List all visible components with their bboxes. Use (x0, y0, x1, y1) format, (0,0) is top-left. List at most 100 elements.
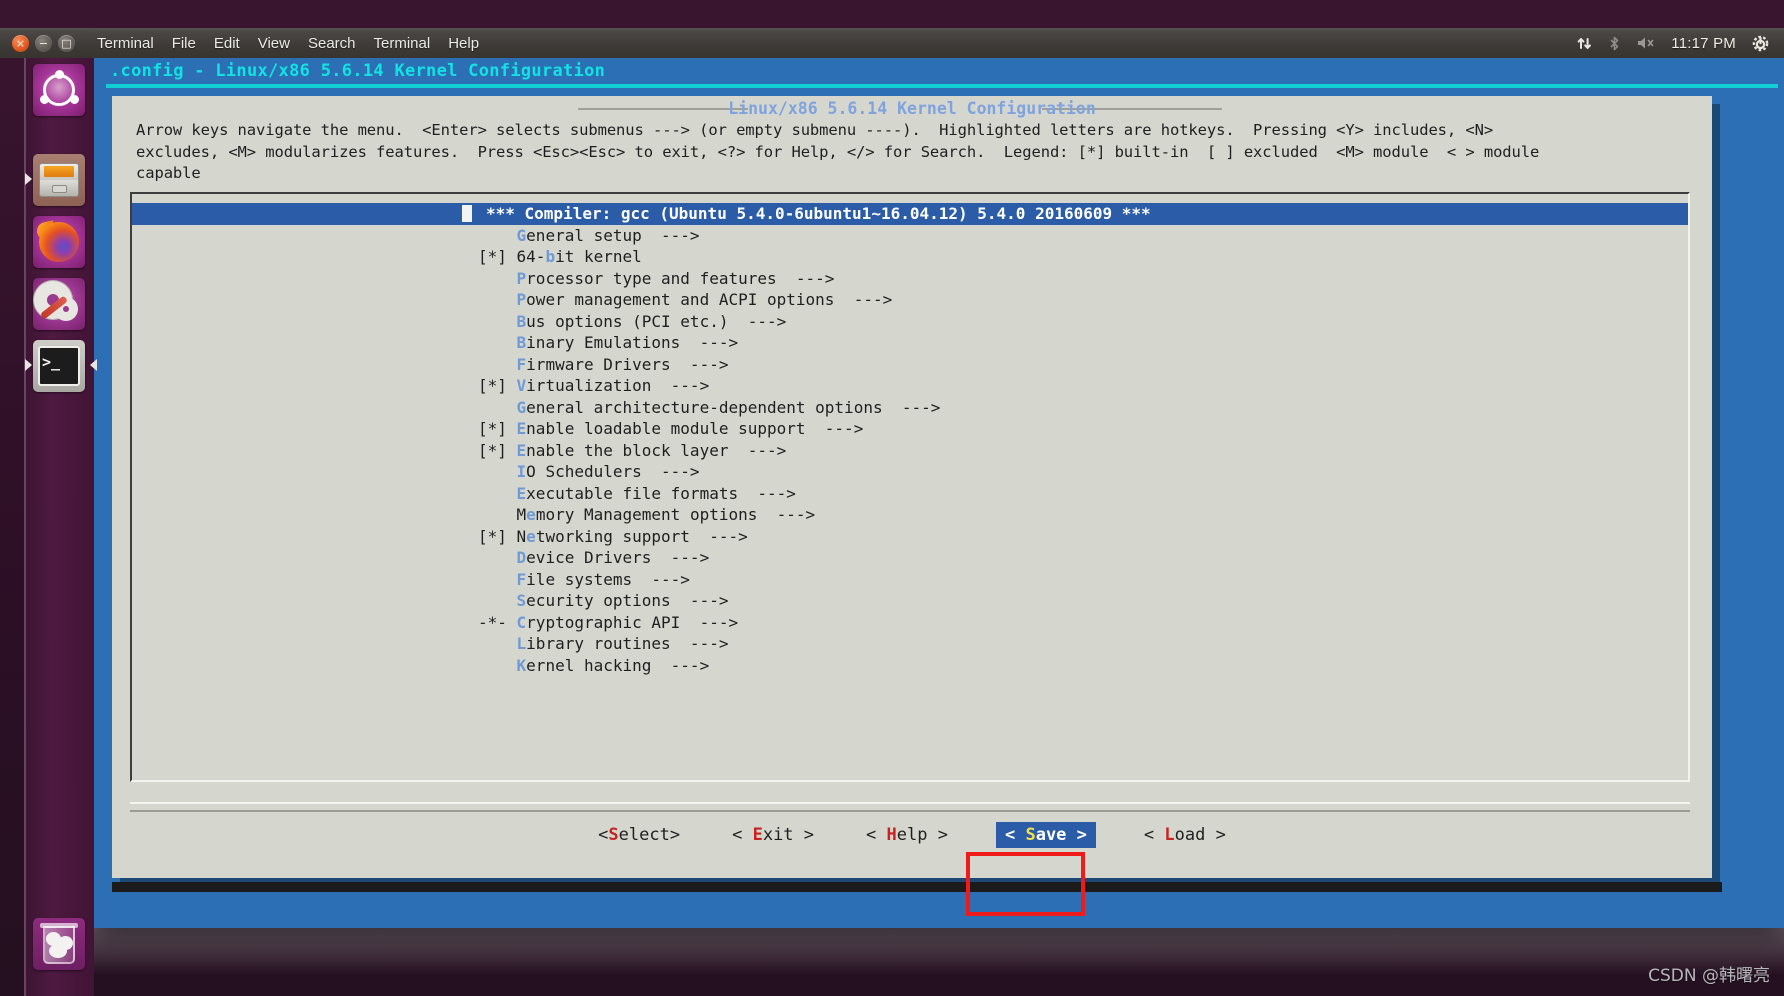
maximize-window-button[interactable]: □ (58, 34, 75, 52)
exit-button[interactable]: < Exit > (728, 823, 818, 847)
menu-item[interactable]: Firmware Drivers ---> (132, 354, 1688, 376)
menu-item[interactable]: Kernel hacking ---> (132, 655, 1688, 677)
menu-item-label: evice Drivers ---> (526, 548, 710, 567)
launcher-item-firefox[interactable] (33, 216, 85, 268)
menu-item-label: mory Management options ---> (535, 505, 816, 524)
select-button[interactable]: <Select> (594, 823, 684, 847)
network-icon[interactable] (1576, 35, 1593, 52)
menu-item[interactable]: File systems ---> (132, 569, 1688, 591)
menubar-item-file-1[interactable]: File (172, 35, 196, 52)
load-button[interactable]: < Load > (1140, 823, 1230, 847)
menu-item-label: ile systems ---> (526, 569, 690, 589)
terminal-bottom-edge (94, 918, 1784, 928)
menu-item[interactable]: *** Compiler: gcc (Ubuntu 5.4.0-6ubuntu1… (132, 203, 1688, 225)
menu-item-label: O Schedulers ---> (526, 462, 700, 481)
bluetooth-icon[interactable] (1608, 35, 1621, 52)
close-window-button[interactable]: × (12, 34, 29, 52)
launcher-item-trash[interactable] (33, 918, 85, 970)
menubar-item-search-4[interactable]: Search (308, 35, 356, 52)
menu-item[interactable]: Executable file formats ---> (132, 483, 1688, 505)
menubar-item-terminal-0[interactable]: Terminal (97, 35, 154, 52)
menu-item[interactable]: Power management and ACPI options ---> (132, 289, 1688, 311)
button-bracket-close: > (927, 825, 948, 845)
menu-item[interactable]: Processor type and features ---> (132, 268, 1688, 290)
launcher-running-indicator (25, 173, 32, 185)
watermark: CSDN @韩曙亮 (1648, 966, 1770, 986)
button-bracket-open: < (598, 825, 609, 845)
launcher-item-system-settings[interactable] (33, 278, 85, 330)
application-menubar: Terminal File Edit View Search Terminal Help (97, 35, 479, 52)
menu-item[interactable]: Memory Management options ---> (132, 504, 1688, 526)
menu-item-flag: -*- (478, 612, 517, 632)
minimize-window-button[interactable]: − (35, 34, 52, 52)
menu-item-label: it kernel (555, 247, 642, 266)
menu-item-flag: [*] (478, 440, 517, 460)
menu-item-flag (478, 570, 517, 589)
menu-item-flag (478, 226, 517, 245)
menu-item-flag (478, 462, 517, 481)
menu-item[interactable]: [*] Enable loadable module support ---> (132, 418, 1688, 440)
menubar-item-edit-2[interactable]: Edit (214, 35, 240, 52)
menu-item-flag: [*] (478, 419, 517, 438)
menu-item-label: ower management and ACPI options ---> (526, 290, 893, 309)
menubar-item-help-6[interactable]: Help (448, 35, 479, 52)
menu-item[interactable]: General architecture-dependent options -… (132, 397, 1688, 419)
menu-item-label: ibrary routines ---> (526, 634, 729, 653)
button-label: ave (1035, 825, 1067, 845)
session-power-gear-icon[interactable] (1751, 34, 1770, 53)
menu-item-label: inary Emulations ---> (526, 333, 739, 352)
menu-item-flag (478, 269, 517, 288)
title-underline (106, 84, 1778, 88)
menu-item-label: tworking support ---> (535, 526, 748, 546)
folder-icon (44, 166, 74, 177)
menu-item-prefix: N (516, 526, 527, 546)
button-bracket-close: > (793, 825, 815, 845)
menu-item[interactable]: -*- Cryptographic API ---> (132, 612, 1688, 634)
launcher-item-files[interactable] (33, 154, 85, 206)
menu-item-hotkey: G (516, 397, 527, 417)
menu-item-prefix: 64- (516, 247, 546, 266)
menu-item[interactable]: Binary Emulations ---> (132, 332, 1688, 354)
menu-item[interactable]: [*] 64-bit kernel (132, 246, 1688, 268)
menu-item[interactable]: [*] Networking support ---> (132, 526, 1688, 548)
save-button[interactable]: < Save > (995, 822, 1096, 848)
button-bracket-open: < (866, 825, 887, 845)
menu-item-label: eneral setup ---> (526, 225, 700, 245)
terminal-bottom-shadow (112, 882, 1722, 892)
menu-item-flag (478, 505, 517, 524)
menu-item-label: irmware Drivers ---> (526, 354, 729, 374)
desktop: >_ .config - Linux/x86 5.6.14 Kernel Con… (0, 0, 1784, 996)
volume-muted-icon[interactable] (1636, 35, 1656, 51)
trash-paper-icon (49, 944, 67, 958)
menu-item[interactable]: Security options ---> (132, 590, 1688, 612)
menu-item[interactable]: Bus options (PCI etc.) ---> (132, 311, 1688, 333)
menu-item[interactable]: [*] Virtualization ---> (132, 375, 1688, 397)
menubar-item-view-3[interactable]: View (258, 35, 290, 52)
menu-item[interactable]: Device Drivers ---> (132, 547, 1688, 569)
button-label: elect (618, 825, 670, 845)
launcher-item-dash-home[interactable] (33, 64, 85, 116)
menu-item[interactable]: IO Schedulers ---> (132, 461, 1688, 483)
button-hotkey: S (608, 825, 619, 845)
launcher-item-terminal[interactable]: >_ (33, 340, 85, 392)
menu-item-flag (478, 656, 517, 675)
menu-item[interactable]: General setup ---> (132, 225, 1688, 247)
ubuntu-top-panel: × − □ Terminal File Edit View Search Terminal… (0, 28, 1784, 58)
button-bracket-close: > (669, 825, 681, 845)
terminal-window: .config - Linux/x86 5.6.14 Kernel Config… (94, 58, 1784, 928)
menu-item-flag: [*] (478, 247, 517, 266)
menu-item-hotkey: B (516, 333, 527, 352)
menu-item[interactable]: [*] Enable the block layer ---> (132, 440, 1688, 462)
menu-item-label: *** Compiler: gcc (Ubuntu 5.4.0-6ubuntu1… (486, 204, 1151, 223)
ubuntu-logo-dot (40, 95, 49, 104)
menu-item-hotkey: E (516, 440, 527, 460)
menu-listbox[interactable]: *** Compiler: gcc (Ubuntu 5.4.0-6ubuntu1… (130, 192, 1690, 782)
help-button[interactable]: < Help > (862, 823, 952, 847)
clock[interactable]: 11:17 PM (1671, 35, 1736, 52)
menubar-item-terminal-5[interactable]: Terminal (374, 35, 431, 52)
menu-item-hotkey: D (516, 548, 527, 567)
menu-item[interactable]: Library routines ---> (132, 633, 1688, 655)
button-hotkey: L (1164, 825, 1175, 845)
menu-item-hotkey: P (516, 290, 527, 309)
menu-item-label: rocessor type and features ---> (526, 268, 835, 288)
